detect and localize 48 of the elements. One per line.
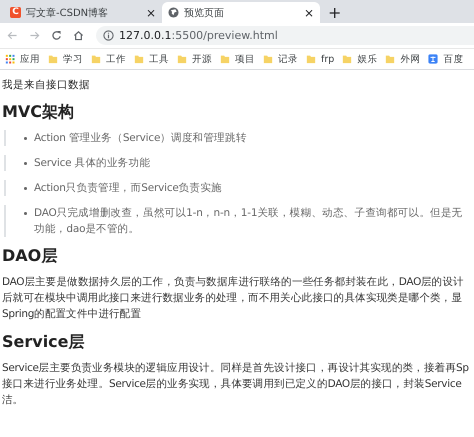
logo-icon: C (10, 7, 21, 18)
folder-icon (48, 54, 58, 64)
folder-icon (177, 54, 187, 64)
bullet-icon (24, 187, 27, 190)
section-heading: DAO层 (2, 246, 58, 266)
bookmark[interactable]: 工作 (91, 52, 130, 66)
folder-icon (134, 54, 144, 64)
bookmark[interactable]: 学习 (48, 52, 87, 66)
bookmark[interactable]: 娱乐 (342, 52, 382, 66)
home-icon[interactable] (72, 29, 85, 42)
bullet-icon (24, 137, 27, 140)
bookmark[interactable]: 外网 (385, 52, 424, 66)
translate-icon (428, 54, 438, 64)
bookmark[interactable]: 项目 (220, 52, 259, 66)
intro-text: 我是来自接口数据 (2, 78, 91, 92)
globe-icon (168, 7, 179, 18)
bullet-icon (24, 212, 27, 215)
list-item-text: Action只负责管理，而Service负责实施 (34, 181, 222, 196)
reload-icon[interactable] (50, 29, 63, 42)
bullet-icon (24, 162, 27, 165)
paragraph: DAO层主要是做数据持久层的工作，负责与数据库进行联络的一些任务都封装在此，DAO层的设计 后就可在模块中调用此接口来进行数据业务的处理，而不用关心此接口的具体实现类是哪个类，显 Spring的配置文件中进行配置 (2, 275, 465, 322)
address-bar[interactable]: 127.0.0.1:5500/preview.html (96, 26, 474, 45)
browser-tab[interactable]: 预览页面 × (162, 2, 320, 23)
close-tab-button[interactable]: × (304, 6, 314, 18)
info-icon[interactable] (103, 30, 114, 41)
paragraph: Service层主要负责业务模块的逻辑应用设计。同样是首先设计接口，再设计其实现的类，接着再Sp 接口来进行业务处理。Service层的业务实现，具体要调用到已定义的DAO层的接口，封装Service 洁。 (2, 361, 470, 408)
bookmark[interactable]: 记录 (263, 52, 302, 66)
folder-icon (342, 54, 352, 64)
bookmark[interactable]: 应用 (5, 52, 44, 66)
close-tab-button[interactable]: × (146, 6, 156, 18)
folder-icon (306, 54, 316, 64)
folder-icon (263, 54, 273, 64)
list-item-text: Service 具体的业务功能 (34, 156, 150, 171)
section-heading: Service层 (2, 332, 86, 352)
new-tab-button[interactable]: + (328, 2, 342, 23)
apps-grid-icon (5, 54, 15, 64)
bookmark[interactable]: frp (306, 54, 338, 64)
folder-icon (385, 54, 396, 64)
url-text: 127.0.0.1:5500/preview.html (119, 29, 278, 42)
bookmark[interactable]: 工具 (134, 52, 173, 66)
folder-icon (91, 54, 101, 64)
list-item-text: Action 管理业务（Service）调度和管理跳转 (34, 131, 247, 146)
list-item-text: DAO只完成增删改查，虽然可以1-n，n-n，1-1关联，模糊、动态、子查询都可以。但是无 功能，dao是不管的。 (34, 206, 463, 237)
section-heading: MVC架构 (2, 102, 76, 122)
bookmark[interactable]: 百度 (428, 52, 468, 66)
bookmark[interactable]: 开源 (177, 52, 216, 66)
folder-icon (220, 54, 230, 64)
browser-tab[interactable]: C 写文章-CSDN博客 × (4, 2, 162, 23)
